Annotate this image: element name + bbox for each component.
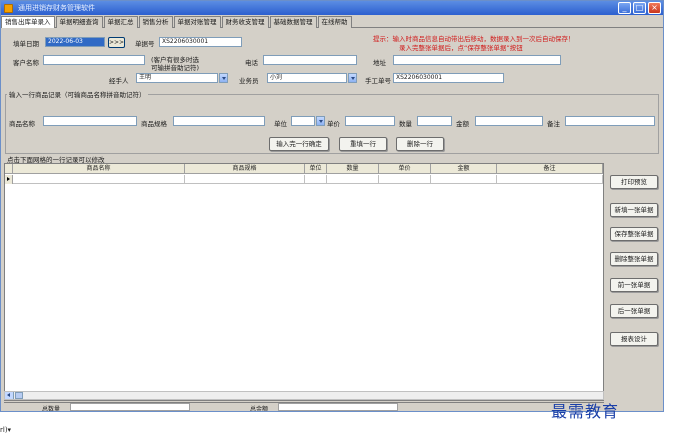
col-price[interactable]: 单价 xyxy=(379,164,431,174)
item-price-field[interactable] xyxy=(345,116,395,126)
main-tabs: 销售出库单录入 单据明细查询 单据汇总 销售分析 单据对账管理 财务收支管理 基… xyxy=(1,15,663,28)
item-qty-label: 数量 xyxy=(399,120,412,128)
table-cell[interactable] xyxy=(305,175,327,184)
unit-dropdown-button[interactable] xyxy=(316,116,325,126)
tab-reconciliation[interactable]: 单据对账管理 xyxy=(173,16,221,28)
tab-detail-query[interactable]: 单据明细查询 xyxy=(55,16,103,28)
total-qty-label: 总数量 xyxy=(42,406,61,412)
app-window: 通用进销存财务管理软件 _ □ × 销售出库单录入 单据明细查询 单据汇总 销售… xyxy=(0,0,664,412)
new-doc-button[interactable]: 新填一张单据 xyxy=(610,203,658,217)
address-label: 地址 xyxy=(373,59,386,67)
table-cell[interactable] xyxy=(327,175,379,184)
item-qty-field[interactable] xyxy=(417,116,452,126)
bottom-fragment: rl)▾ xyxy=(0,426,12,434)
table-cell[interactable] xyxy=(497,175,603,184)
handler-dropdown-button[interactable] xyxy=(219,73,228,83)
handler-label: 经手人 xyxy=(109,77,129,85)
col-qty[interactable]: 数量 xyxy=(327,164,379,174)
save-doc-button[interactable]: 保存整张单据 xyxy=(610,227,658,241)
item-price-label: 单价 xyxy=(327,120,340,128)
title-bar[interactable]: 通用进销存财务管理软件 _ □ × xyxy=(1,1,663,15)
prev-doc-button[interactable]: 前一张单据 xyxy=(610,278,658,292)
item-name-field[interactable] xyxy=(43,116,137,126)
tab-online-help[interactable]: 在线帮助 xyxy=(317,16,352,28)
window-controls: _ □ × xyxy=(618,2,661,14)
item-note-label: 备注 xyxy=(547,120,560,128)
customer-field[interactable] xyxy=(43,55,145,65)
customer-hint-2: 可输拼音助记符) xyxy=(151,64,200,72)
doc-no-field[interactable]: XS2206030001 xyxy=(159,37,242,47)
grid-header: 商品名称 商品规格 单位 数量 单价 金额 备注 xyxy=(5,164,603,174)
salesman-label: 业务员 xyxy=(239,77,259,85)
item-spec-label: 商品规格 xyxy=(141,120,167,128)
item-amount-field[interactable] xyxy=(475,116,543,126)
total-qty-field xyxy=(70,403,190,411)
tab-sales-analysis[interactable]: 销售分析 xyxy=(138,16,173,28)
confirm-row-button[interactable]: 输入完一行确定 xyxy=(269,137,329,151)
col-item-spec[interactable]: 商品规格 xyxy=(185,164,305,174)
totals-bar: 总数量 总金额 xyxy=(4,402,604,411)
watermark-text: 最需教育 xyxy=(551,402,620,421)
report-design-button[interactable]: 报表设计 xyxy=(610,332,658,346)
table-cell[interactable] xyxy=(431,175,497,184)
delete-doc-button[interactable]: 删除整张单据 xyxy=(610,252,658,266)
date-field[interactable]: 2022-06-03 xyxy=(45,37,105,47)
tab-summary[interactable]: 单据汇总 xyxy=(103,16,138,28)
doc-no-label: 单据号 xyxy=(135,40,155,48)
salesman-dropdown-button[interactable] xyxy=(348,73,357,83)
col-item-name[interactable]: 商品名称 xyxy=(13,164,185,174)
minimize-button[interactable]: _ xyxy=(618,2,631,14)
customer-label: 客户名称 xyxy=(13,59,39,67)
scroll-thumb[interactable] xyxy=(15,392,23,399)
tip-line-2: 录入完整张单据后，点“保存整张单据”按钮 xyxy=(399,44,523,52)
table-cell[interactable] xyxy=(379,175,431,184)
scroll-left-icon[interactable] xyxy=(5,392,14,399)
tab-sales-entry[interactable]: 销售出库单录入 xyxy=(1,16,55,28)
app-icon xyxy=(4,3,13,13)
col-amount[interactable]: 金额 xyxy=(431,164,497,174)
item-amount-label: 金额 xyxy=(456,120,469,128)
col-unit[interactable]: 单位 xyxy=(305,164,327,174)
window-title: 通用进销存财务管理软件 xyxy=(18,4,95,12)
handler-field[interactable]: 王明 xyxy=(136,73,218,83)
salesman-field[interactable]: 小刘 xyxy=(267,73,347,83)
close-button[interactable]: × xyxy=(648,2,661,14)
manual-no-label: 手工单号 xyxy=(365,77,391,85)
item-unit-label: 单位 xyxy=(274,120,287,128)
delete-row-button[interactable]: 删除一行 xyxy=(396,137,444,151)
item-unit-field[interactable] xyxy=(291,116,315,126)
item-spec-field[interactable] xyxy=(173,116,265,126)
phone-field[interactable] xyxy=(263,55,357,65)
grid-corner xyxy=(5,164,13,174)
total-amount-label: 总金额 xyxy=(250,406,269,412)
print-preview-button[interactable]: 打印预览 xyxy=(610,175,658,189)
total-amount-field xyxy=(278,403,398,411)
table-row[interactable] xyxy=(5,175,603,184)
date-picker-button[interactable]: >>> xyxy=(108,37,125,48)
tip-line-1: 提示：输入时商品信息自动带出后移动，数据录入到一次后自动保存！ xyxy=(373,35,575,43)
table-cell[interactable] xyxy=(13,175,185,184)
item-entry-title: 输入一行商品记录（可输商品名称拼音助记符） xyxy=(7,89,148,99)
maximize-button[interactable]: □ xyxy=(633,2,646,14)
clear-row-button[interactable]: 重填一行 xyxy=(339,137,387,151)
grid-horizontal-scrollbar[interactable] xyxy=(4,391,604,400)
item-name-label: 商品名称 xyxy=(9,120,35,128)
tab-base-data[interactable]: 基础数据管理 xyxy=(269,16,317,28)
col-note[interactable]: 备注 xyxy=(497,164,603,174)
address-field[interactable] xyxy=(393,55,561,65)
tab-finance[interactable]: 财务收支管理 xyxy=(221,16,269,28)
date-label: 填单日期 xyxy=(13,40,39,48)
phone-label: 电话 xyxy=(245,59,258,67)
item-note-field[interactable] xyxy=(565,116,655,126)
manual-no-field[interactable]: XS2206030001 xyxy=(393,73,504,83)
row-indicator-icon xyxy=(5,175,13,184)
next-doc-button[interactable]: 后一张单据 xyxy=(610,304,658,318)
items-grid[interactable]: 商品名称 商品规格 单位 数量 单价 金额 备注 xyxy=(4,163,604,401)
table-cell[interactable] xyxy=(185,175,305,184)
